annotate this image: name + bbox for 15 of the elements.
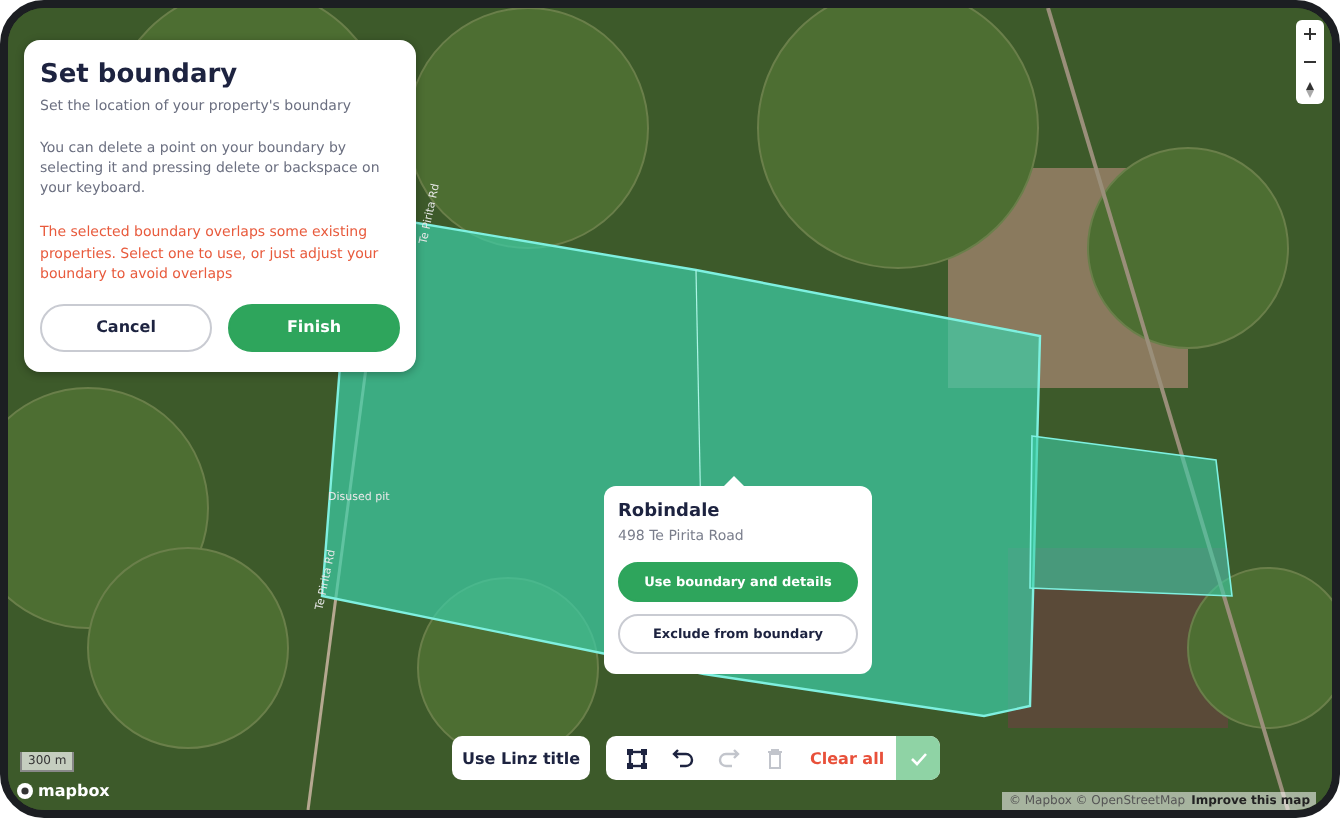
panel-title: Set boundary [40, 60, 240, 90]
logo-icon [16, 782, 34, 800]
linz-title-button[interactable]: Use Linz title [452, 736, 591, 780]
logo-text: mapbox [38, 782, 110, 800]
undo-icon [672, 748, 695, 768]
redo-icon [718, 748, 741, 768]
check-icon [909, 751, 928, 765]
compass-icon [1306, 82, 1314, 98]
property-name: Robindale [618, 502, 722, 522]
plus-icon [1304, 28, 1316, 40]
clear-all-button[interactable]: Clear all [798, 736, 897, 780]
minus-icon [1304, 60, 1316, 64]
cancel-button[interactable]: Cancel [40, 303, 212, 352]
trash-icon [766, 747, 785, 769]
polygon-icon [626, 747, 649, 769]
